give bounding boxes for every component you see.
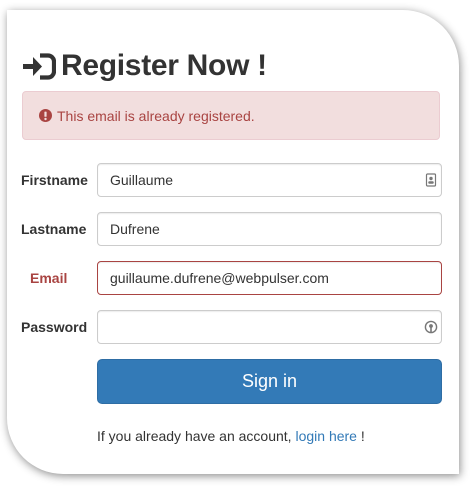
login-prompt-text: If you already have an account,	[97, 428, 296, 444]
contact-card-icon	[424, 173, 438, 187]
login-prompt: If you already have an account, login he…	[97, 427, 365, 445]
lastname-label: Lastname	[21, 221, 87, 237]
firstname-label: Firstname	[21, 172, 88, 188]
password-label: Password	[21, 319, 88, 335]
lastname-input[interactable]	[97, 212, 442, 246]
error-alert-message: This email is already registered.	[57, 107, 255, 124]
error-alert: This email is already registered.	[22, 91, 440, 140]
page-title-text: Register Now !	[61, 49, 267, 82]
sign-in-icon	[22, 51, 57, 81]
firstname-input[interactable]	[97, 163, 442, 197]
page-title: Register Now !	[22, 46, 267, 86]
login-prompt-suffix: !	[356, 428, 365, 444]
exclamation-circle-icon	[39, 109, 52, 122]
email-input[interactable]	[97, 261, 442, 295]
login-link[interactable]: login here	[295, 428, 357, 444]
sign-in-button[interactable]: Sign in	[97, 359, 442, 404]
email-label: Email	[30, 270, 68, 286]
password-input[interactable]	[97, 310, 442, 344]
password-key-icon	[424, 320, 438, 334]
